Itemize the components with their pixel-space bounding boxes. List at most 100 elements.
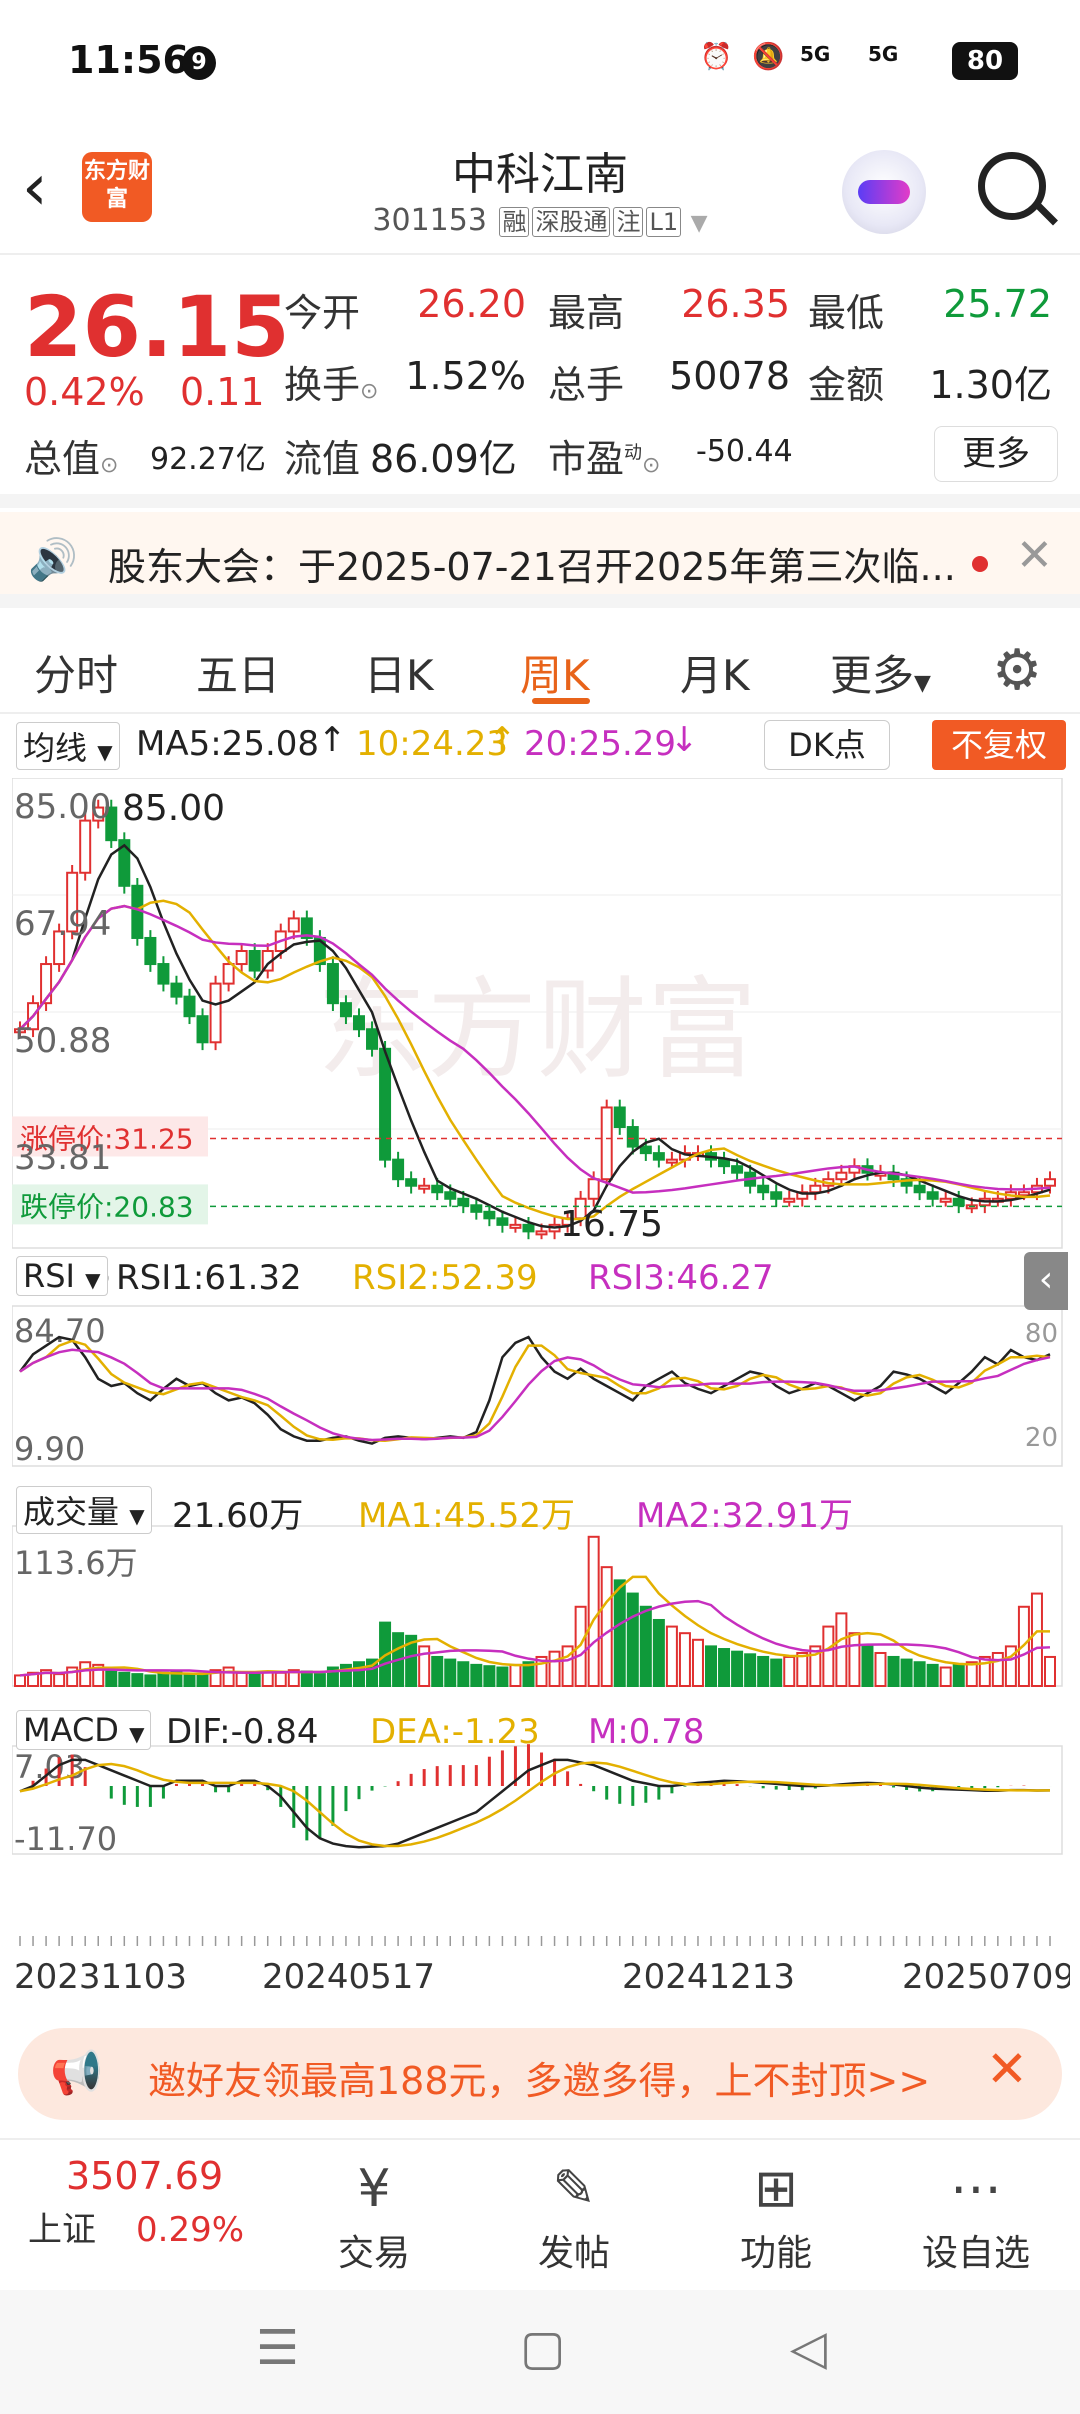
candle-body xyxy=(326,963,339,1005)
volume-bar xyxy=(313,1673,326,1688)
candle-body xyxy=(835,1171,848,1181)
tab-weekly-k[interactable]: 周K xyxy=(520,642,590,703)
volume-bar xyxy=(913,1661,926,1688)
dk-point-button[interactable]: DK点 xyxy=(764,720,890,770)
panel-border-3 xyxy=(11,1745,1063,1855)
rsi3-value: RSI3:46.27 xyxy=(588,1258,774,1298)
volume-bar xyxy=(14,1674,26,1688)
rsi1-value: RSI1:61.32 xyxy=(116,1258,302,1298)
functions-button[interactable]: ⊞ 功能 xyxy=(696,2154,856,2276)
volume-select[interactable]: 成交量 ▼ xyxy=(16,1486,152,1534)
float-value: 86.09亿 xyxy=(370,437,517,481)
notice-bar[interactable]: 🔊 股东大会：于2025-07-21召开2025年第三次临... ✕ xyxy=(0,512,1080,608)
trade-button[interactable]: ¥ 交易 xyxy=(294,2154,454,2276)
home-icon[interactable]: ▢ xyxy=(520,2320,565,2376)
rsi-80-label: 80 xyxy=(1025,1319,1058,1349)
gear-icon[interactable]: ⚙ xyxy=(992,638,1042,703)
pe-value: -50.44 xyxy=(696,434,793,469)
rsi-select[interactable]: RSI ▼ xyxy=(16,1256,108,1296)
invite-banner[interactable]: 📢 邀好友领最高188元，多邀多得，上不封顶>> ✕ xyxy=(18,2028,1062,2120)
close-icon[interactable]: ✕ xyxy=(1016,530,1053,581)
candle-body xyxy=(392,1158,405,1181)
collapse-panel-icon[interactable]: ‹ xyxy=(1024,1252,1068,1310)
notice-text[interactable]: 股东大会：于2025-07-21召开2025年第三次临... xyxy=(108,536,956,591)
search-icon[interactable] xyxy=(978,152,1046,220)
megaphone-icon: 📢 xyxy=(50,2048,103,2097)
adjust-button[interactable]: 不复权 xyxy=(932,720,1066,770)
volume-bar xyxy=(274,1671,287,1688)
candle-body xyxy=(809,1184,822,1194)
volume-bar xyxy=(131,1673,144,1688)
status-bar: 11:56 9 ⏰ 🔕 5G 5G 80 xyxy=(0,0,1080,125)
tab-daily-k[interactable]: 日K xyxy=(364,642,434,703)
signal-icon: 5G xyxy=(800,42,831,66)
candle-body xyxy=(366,1028,379,1050)
tab-intraday[interactable]: 分时 xyxy=(34,642,118,703)
tab-five-day[interactable]: 五日 xyxy=(196,642,280,703)
index-ticker[interactable]: 3507.69 上证 0.29% xyxy=(28,2154,268,2251)
dea-line xyxy=(19,1761,1051,1848)
candle-body xyxy=(235,950,248,966)
vol-ma2-value: MA2:32.91万 xyxy=(636,1496,854,1536)
menu-icon[interactable]: ☰ xyxy=(256,2320,299,2376)
candle-body xyxy=(757,1184,770,1194)
volume-bar xyxy=(731,1650,744,1687)
tab-more[interactable]: 更多▼ xyxy=(830,642,931,703)
macd-select[interactable]: MACD ▼ xyxy=(16,1710,152,1750)
candle-body xyxy=(79,819,92,874)
volume-top-label: 113.6万 xyxy=(14,1544,138,1582)
volume-bar xyxy=(939,1666,952,1688)
candle-body xyxy=(352,1015,365,1031)
volume-bar xyxy=(770,1658,783,1688)
close-icon[interactable]: ✕ xyxy=(986,2040,1028,2098)
volume-bar xyxy=(196,1674,209,1688)
back-icon[interactable]: ◁ xyxy=(790,2320,827,2376)
volume-bar xyxy=(757,1655,770,1687)
info-icon[interactable]: ⊙ xyxy=(360,379,378,404)
high-label: 最高 xyxy=(548,291,625,335)
tab-monthly-k[interactable]: 月K xyxy=(680,642,750,703)
candle-body xyxy=(339,1002,352,1018)
volume-bar xyxy=(991,1651,1004,1688)
volume-bar xyxy=(718,1648,731,1688)
info-icon[interactable]: ⊙ xyxy=(100,453,118,478)
y-tick-label: 85.00 xyxy=(14,787,111,827)
volume-bar xyxy=(496,1666,509,1688)
date-label: 20250709 xyxy=(902,1957,1070,1997)
chevron-down-icon: ▼ xyxy=(914,671,931,696)
more-button[interactable]: 更多 xyxy=(934,426,1058,482)
system-nav-bar: ☰ ▢ ◁ xyxy=(0,2290,1080,2414)
add-watchlist-button[interactable]: ⋯ 设自选 xyxy=(896,2154,1056,2276)
max-price-label: 85.00 xyxy=(122,788,225,829)
candle-body xyxy=(431,1184,444,1194)
float-label: 流值 xyxy=(284,437,361,481)
volume-bar xyxy=(79,1661,92,1688)
invite-text[interactable]: 邀好友领最高188元，多邀多得，上不封顶>> xyxy=(148,2050,930,2105)
post-label: 发帖 xyxy=(537,2233,610,2274)
volume-bar xyxy=(965,1661,978,1688)
volume-bar xyxy=(483,1665,496,1688)
volume-bar xyxy=(887,1655,900,1687)
main-indicator-select[interactable]: 均线 ▼ xyxy=(16,722,120,770)
alarm-icon: ⏰ xyxy=(700,42,733,72)
volume-bar xyxy=(1030,1592,1043,1688)
y-tick-label: 67.94 xyxy=(14,904,111,944)
volume-bar xyxy=(183,1673,196,1688)
current-price: 26.15 xyxy=(24,278,290,376)
assistant-robot-icon[interactable] xyxy=(842,150,926,234)
pe-label: 市盈动⊙ xyxy=(548,437,661,481)
yen-icon: ¥ xyxy=(357,2159,391,2219)
volume-label: 总手 xyxy=(548,363,625,407)
battery-icon: 80 xyxy=(952,42,1018,80)
volume-bar xyxy=(796,1651,809,1688)
volume-bar xyxy=(613,1579,626,1688)
volume-bar xyxy=(952,1663,965,1687)
info-icon[interactable]: ⊙ xyxy=(642,453,660,478)
tag-margin: 融 xyxy=(499,207,530,237)
vol-ma1-value: MA1:45.52万 xyxy=(358,1496,576,1536)
rsi-line-1 xyxy=(19,1339,1051,1442)
functions-label: 功能 xyxy=(739,2233,812,2274)
period-tabs: 分时 五日 日K 周K 月K 更多▼ ⚙ xyxy=(0,622,1080,714)
kline-chart[interactable]: 东方财富 涨停价:31.25 跌停价:20.83 85.00 67.94 50.88 33.… xyxy=(11,777,1075,2018)
post-button[interactable]: ✎ 发帖 xyxy=(494,2154,654,2276)
